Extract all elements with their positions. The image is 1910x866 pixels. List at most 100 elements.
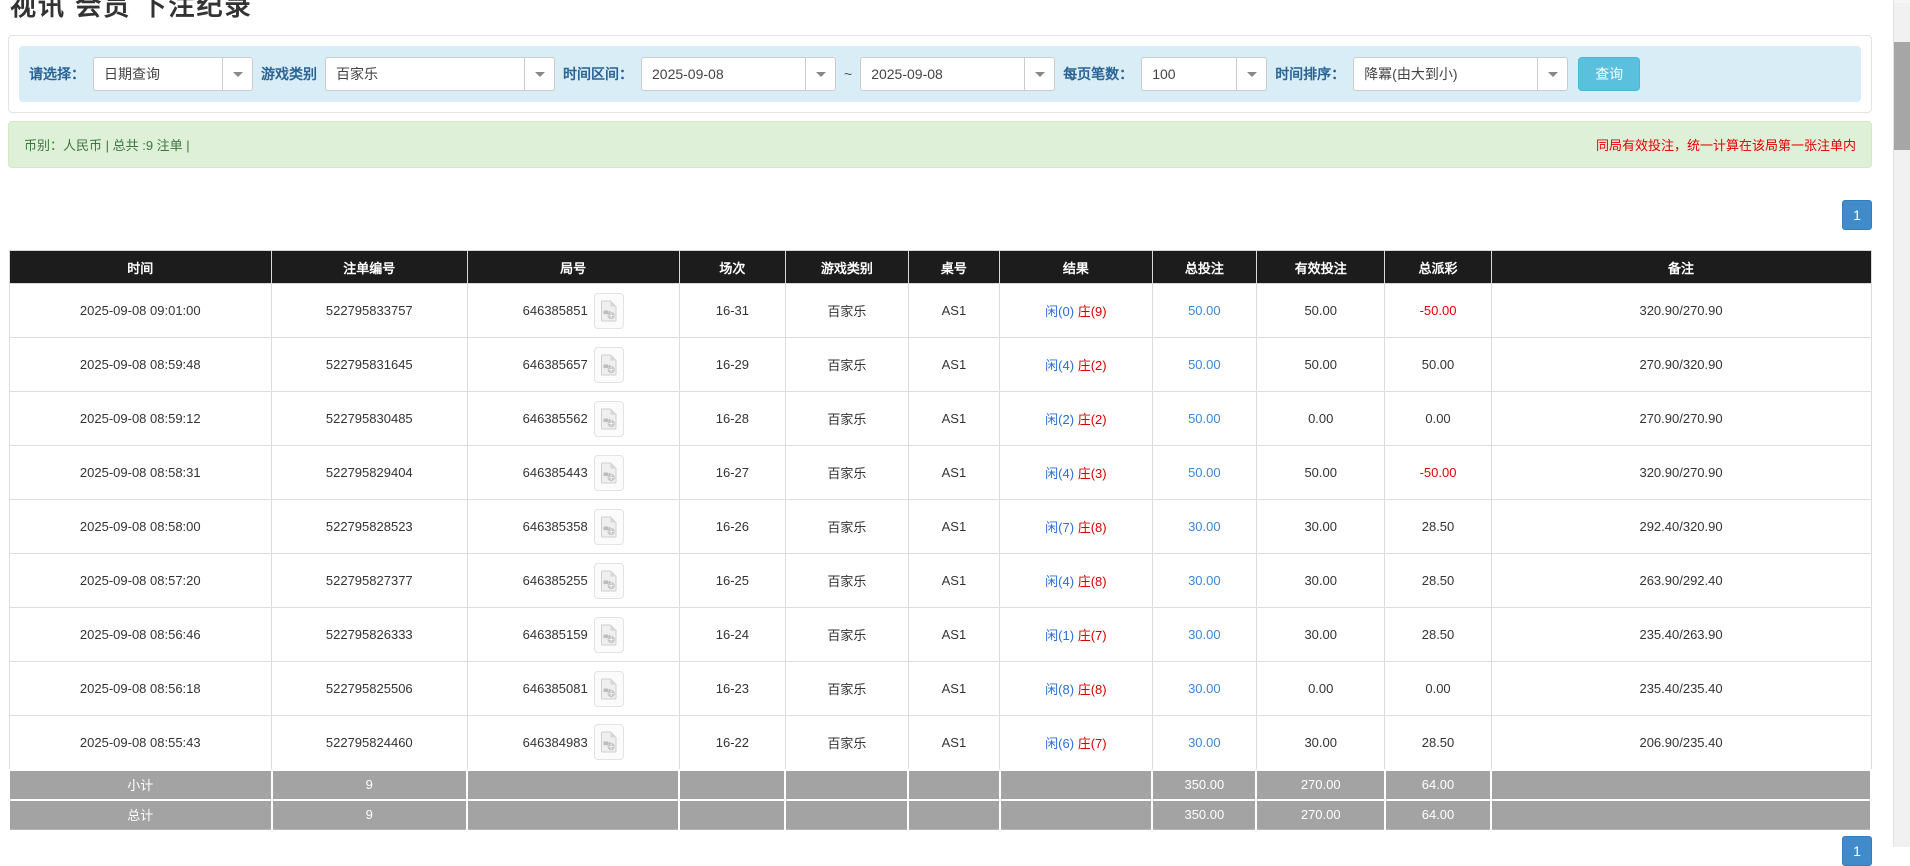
header-valid-bet: 有效投注 — [1256, 251, 1384, 284]
cell-valid-bet: 30.00 — [1256, 608, 1384, 662]
cell-bet-id: 522795825506 — [272, 662, 468, 716]
cell-total-bet: 30.00 — [1152, 608, 1256, 662]
cell-table-no: AS1 — [908, 554, 999, 608]
total-bet-link[interactable]: 30.00 — [1188, 627, 1221, 642]
result-player: 闲(2) — [1045, 412, 1074, 427]
table-row: 2025-09-08 08:58:31 522795829404 6463854… — [9, 446, 1871, 500]
cell-total-bet: 50.00 — [1152, 446, 1256, 500]
cell-total-bet: 30.00 — [1152, 662, 1256, 716]
total-bet-link[interactable]: 50.00 — [1188, 411, 1221, 426]
round-id-text: 646385562 — [523, 411, 588, 426]
cell-bet-id: 522795830485 — [272, 392, 468, 446]
cell-result: 闲(0) 庄(9) — [1000, 284, 1153, 338]
total-bet-link[interactable]: 30.00 — [1188, 519, 1221, 534]
total-bet-link[interactable]: 50.00 — [1188, 303, 1221, 318]
cell-note: 320.90/270.90 — [1491, 446, 1871, 500]
result-player: 闲(1) — [1045, 628, 1074, 643]
cell-valid-bet: 50.00 — [1256, 446, 1384, 500]
filter-panel: 请选择： 日期查询 游戏类别 百家乐 时间区间： 2025-09-08 ~ 20… — [8, 35, 1872, 113]
scrollbar-thumb[interactable] — [1894, 42, 1910, 150]
cell-round-id: 646385159 — [467, 608, 679, 662]
cell-time: 2025-09-08 08:58:31 — [9, 446, 272, 500]
cell-game-type: 百家乐 — [785, 392, 908, 446]
round-id-text: 646385443 — [523, 465, 588, 480]
scroll-up-button[interactable] — [1894, 0, 1910, 3]
summary-label: 小计 — [9, 770, 272, 800]
result-banker: 庄(7) — [1078, 736, 1107, 751]
video-replay-button[interactable] — [594, 563, 624, 599]
header-time: 时间 — [9, 251, 272, 284]
cell-total-bet: 50.00 — [1152, 338, 1256, 392]
total-bet-link[interactable]: 50.00 — [1188, 357, 1221, 372]
date-to-select[interactable]: 2025-09-08 — [860, 57, 1055, 91]
round-id-text: 646385081 — [523, 681, 588, 696]
vertical-scrollbar[interactable] — [1893, 0, 1910, 847]
total-bet-link[interactable]: 30.00 — [1188, 573, 1221, 588]
cell-time: 2025-09-08 08:57:20 — [9, 554, 272, 608]
page-content: 视讯 会员 下注纪录 请选择： 日期查询 游戏类别 百家乐 时间区间： 2025… — [8, 0, 1872, 830]
cell-valid-bet: 0.00 — [1256, 662, 1384, 716]
video-replay-button[interactable] — [594, 455, 624, 491]
cell-table-no: AS1 — [908, 392, 999, 446]
per-page-select[interactable]: 100 — [1141, 57, 1267, 91]
result-banker: 庄(3) — [1078, 466, 1107, 481]
result-player: 闲(0) — [1045, 304, 1074, 319]
video-replay-button[interactable] — [594, 724, 624, 760]
cell-game-type: 百家乐 — [785, 608, 908, 662]
video-replay-button[interactable] — [594, 617, 624, 653]
cell-result: 闲(4) 庄(8) — [1000, 554, 1153, 608]
video-replay-button[interactable] — [594, 401, 624, 437]
sort-select[interactable]: 降冪(由大到小) — [1353, 57, 1568, 91]
pagination-top: 1 — [8, 200, 1872, 230]
video-file-icon — [599, 678, 618, 700]
result-player: 闲(7) — [1045, 520, 1074, 535]
date-from-value: 2025-09-08 — [642, 58, 805, 90]
summary-bar: 币别：人民币 | 总共 :9 注单 | 同局有效投注，统一计算在该局第一张注单内 — [8, 121, 1872, 168]
round-id-text: 646385657 — [523, 357, 588, 372]
game-type-select[interactable]: 百家乐 — [325, 57, 555, 91]
video-file-icon — [599, 624, 618, 646]
search-button[interactable]: 查询 — [1578, 57, 1640, 91]
video-replay-button[interactable] — [594, 671, 624, 707]
table-row: 2025-09-08 09:01:00 522795833757 6463858… — [9, 284, 1871, 338]
cell-round-id: 646385851 — [467, 284, 679, 338]
cell-table-no: AS1 — [908, 446, 999, 500]
video-replay-button[interactable] — [594, 293, 624, 329]
round-id-text: 646385255 — [523, 573, 588, 588]
video-replay-button[interactable] — [594, 509, 624, 545]
page-1-button[interactable]: 1 — [1842, 200, 1872, 230]
video-file-icon — [599, 354, 618, 376]
cell-table-no: AS1 — [908, 716, 999, 770]
table-row: 2025-09-08 08:57:20 522795827377 6463852… — [9, 554, 1871, 608]
bet-records-table: 时间 注单编号 局号 场次 游戏类别 桌号 结果 总投注 有效投注 总派彩 备注… — [8, 250, 1872, 830]
chevron-down-icon — [222, 58, 252, 90]
cell-game-type: 百家乐 — [785, 554, 908, 608]
result-banker: 庄(8) — [1078, 682, 1107, 697]
summary-total-bet: 350.00 — [1152, 770, 1256, 800]
round-id-text: 646385159 — [523, 627, 588, 642]
result-banker: 庄(8) — [1078, 520, 1107, 535]
cell-session: 16-24 — [679, 608, 785, 662]
page-1-button-bottom[interactable]: 1 — [1842, 836, 1872, 866]
cell-session: 16-29 — [679, 338, 785, 392]
date-from-select[interactable]: 2025-09-08 — [641, 57, 836, 91]
cell-session: 16-27 — [679, 446, 785, 500]
total-bet-link[interactable]: 50.00 — [1188, 465, 1221, 480]
cell-game-type: 百家乐 — [785, 338, 908, 392]
cell-payout: 0.00 — [1385, 662, 1491, 716]
video-file-icon — [599, 408, 618, 430]
video-replay-button[interactable] — [594, 347, 624, 383]
total-bet-link[interactable]: 30.00 — [1188, 681, 1221, 696]
payout-value: 28.50 — [1422, 519, 1455, 534]
cell-session: 16-31 — [679, 284, 785, 338]
currency-summary-text: 币别：人民币 | 总共 :9 注单 | — [24, 135, 190, 154]
total-bet-link[interactable]: 30.00 — [1188, 735, 1221, 750]
table-body: 2025-09-08 09:01:00 522795833757 6463858… — [9, 284, 1871, 830]
cell-payout: 28.50 — [1385, 554, 1491, 608]
chevron-down-icon — [524, 58, 554, 90]
summary-count: 9 — [272, 800, 468, 830]
video-file-icon — [599, 462, 618, 484]
summary-payout: 64.00 — [1385, 770, 1491, 800]
cell-payout: 28.50 — [1385, 608, 1491, 662]
query-type-select[interactable]: 日期查询 — [93, 57, 253, 91]
